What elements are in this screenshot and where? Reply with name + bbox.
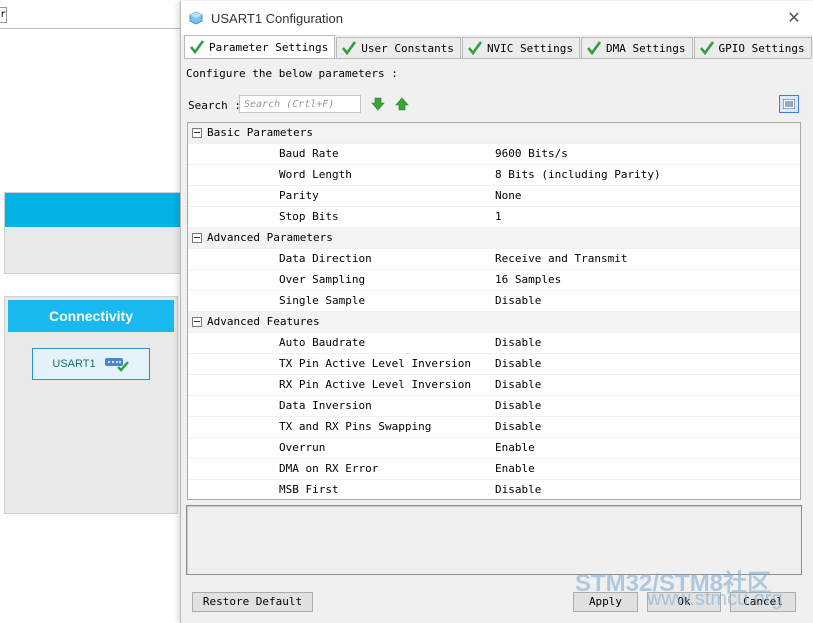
- tab-divider: [184, 58, 811, 59]
- search-next-arrow-icon[interactable]: [371, 97, 385, 111]
- parameter-name: Data Direction: [279, 252, 372, 265]
- parameter-row[interactable]: Parity None: [188, 186, 800, 207]
- parameter-row[interactable]: RX Pin Active Level Inversion Disable: [188, 375, 800, 396]
- collapse-icon[interactable]: [192, 233, 202, 243]
- restore-default-button[interactable]: Restore Default: [192, 592, 313, 612]
- parameter-value[interactable]: 1: [495, 207, 502, 227]
- tab-label: Parameter Settings: [209, 40, 329, 54]
- parameter-value[interactable]: Receive and Transmit: [495, 249, 627, 269]
- dialog-title: USART1 Configuration: [211, 11, 343, 26]
- parameter-table: Basic Parameters Baud Rate 9600 Bits/s Word…: [187, 122, 801, 500]
- check-icon: [189, 40, 205, 54]
- parameter-name: MSB First: [279, 483, 339, 496]
- background-toolbar: r: [0, 0, 180, 29]
- section-label: Basic Parameters: [207, 126, 313, 139]
- dialog-titlebar[interactable]: USART1 Configuration ✕: [181, 1, 813, 35]
- parameter-name: Single Sample: [279, 294, 366, 307]
- category-header-bar[interactable]: [5, 193, 181, 227]
- check-icon: [587, 41, 602, 55]
- collapse-icon[interactable]: [192, 317, 202, 327]
- tab-gpio-settings[interactable]: GPIO Settings: [693, 37, 812, 58]
- parameter-value[interactable]: Disable: [495, 375, 541, 395]
- parameter-name: Auto Baudrate: [279, 336, 366, 349]
- search-previous-arrow-icon[interactable]: [395, 97, 409, 111]
- check-icon: [342, 41, 357, 55]
- search-input[interactable]: [239, 95, 361, 113]
- parameter-name: Overrun: [279, 441, 326, 454]
- close-icon: ✕: [787, 8, 801, 27]
- collapse-icon[interactable]: [192, 128, 202, 138]
- serial-port-check-icon: [104, 358, 129, 372]
- parameter-value[interactable]: Disable: [495, 417, 541, 437]
- watermark-url: www.stmcu.org: [647, 588, 783, 610]
- parameter-name: TX and RX Pins Swapping: [279, 420, 432, 433]
- parameter-name: Word Length: [279, 168, 352, 181]
- parameter-row[interactable]: Data Direction Receive and Transmit: [188, 249, 800, 270]
- section-label: Advanced Features: [207, 315, 320, 328]
- parameter-row[interactable]: MSB First Disable: [188, 480, 800, 499]
- check-icon: [699, 41, 714, 55]
- toolbar-fragment-text: r: [0, 9, 7, 20]
- list-view-toggle-button[interactable]: [779, 95, 799, 113]
- tab-dma-settings[interactable]: DMA Settings: [581, 37, 693, 58]
- parameter-name: TX Pin Active Level Inversion: [279, 357, 472, 370]
- connectivity-panel: Connectivity USART1: [4, 296, 178, 514]
- tab-user-constants[interactable]: User Constants: [336, 37, 461, 58]
- parameter-row[interactable]: Overrun Enable: [188, 438, 800, 459]
- parameter-value[interactable]: Disable: [495, 291, 541, 311]
- parameter-value[interactable]: Disable: [495, 480, 541, 499]
- usart1-configuration-dialog: USART1 Configuration ✕ Parameter Setting…: [180, 1, 813, 623]
- parameter-row[interactable]: Auto Baudrate Disable: [188, 333, 800, 354]
- parameter-name: RX Pin Active Level Inversion: [279, 378, 472, 391]
- parameter-name: Over Sampling: [279, 273, 366, 286]
- parameter-value[interactable]: 9600 Bits/s: [495, 144, 568, 164]
- section-row[interactable]: Basic Parameters: [188, 123, 800, 144]
- check-icon: [467, 41, 482, 55]
- app-cube-icon: [189, 11, 203, 25]
- parameter-row[interactable]: Stop Bits 1: [188, 207, 800, 228]
- parameter-name: DMA on RX Error: [279, 462, 379, 475]
- tab-parameter-settings[interactable]: Parameter Settings: [184, 35, 336, 58]
- parameter-value[interactable]: Disable: [495, 354, 541, 374]
- parameter-value[interactable]: Disable: [495, 396, 541, 416]
- parameter-row[interactable]: TX Pin Active Level Inversion Disable: [188, 354, 800, 375]
- tab-label: User Constants: [361, 41, 454, 55]
- parameter-value[interactable]: Enable: [495, 438, 535, 458]
- parameter-row[interactable]: Over Sampling 16 Samples: [188, 270, 800, 291]
- section-label: Advanced Parameters: [207, 231, 333, 244]
- parameter-row[interactable]: Word Length 8 Bits (including Parity): [188, 165, 800, 186]
- tab-label: GPIO Settings: [718, 41, 805, 55]
- parameter-row[interactable]: TX and RX Pins Swapping Disable: [188, 417, 800, 438]
- parameter-row[interactable]: Single Sample Disable: [188, 291, 800, 312]
- tab-bar: Parameter Settings User Constants NVIC S…: [184, 35, 813, 59]
- configure-instructions: Configure the below parameters :: [186, 67, 398, 80]
- parameter-name: Data Inversion: [279, 399, 372, 412]
- search-label: Search :: [188, 99, 241, 112]
- section-row[interactable]: Advanced Parameters: [188, 228, 800, 249]
- parameter-value[interactable]: Enable: [495, 459, 535, 479]
- parameter-name: Baud Rate: [279, 147, 339, 160]
- connectivity-header[interactable]: Connectivity: [8, 300, 174, 332]
- parameter-value[interactable]: 16 Samples: [495, 270, 561, 290]
- parameter-row[interactable]: Baud Rate 9600 Bits/s: [188, 144, 800, 165]
- usart1-peripheral-button[interactable]: USART1: [32, 348, 150, 380]
- close-button[interactable]: ✕: [782, 7, 806, 29]
- parameter-value[interactable]: None: [495, 186, 522, 206]
- parameter-value[interactable]: 8 Bits (including Parity): [495, 165, 661, 185]
- list-view-icon: [783, 99, 795, 109]
- tab-label: DMA Settings: [606, 41, 686, 55]
- parameter-value[interactable]: Disable: [495, 333, 541, 353]
- parameter-name: Parity: [279, 189, 319, 202]
- tab-label: NVIC Settings: [486, 41, 574, 55]
- tab-nvic-settings[interactable]: NVIC Settings: [461, 37, 581, 58]
- usart1-button-label: USART1: [52, 358, 96, 370]
- parameter-row[interactable]: DMA on RX Error Enable: [188, 459, 800, 480]
- parameter-name: Stop Bits: [279, 210, 339, 223]
- parameter-row[interactable]: Data Inversion Disable: [188, 396, 800, 417]
- section-row[interactable]: Advanced Features: [188, 312, 800, 333]
